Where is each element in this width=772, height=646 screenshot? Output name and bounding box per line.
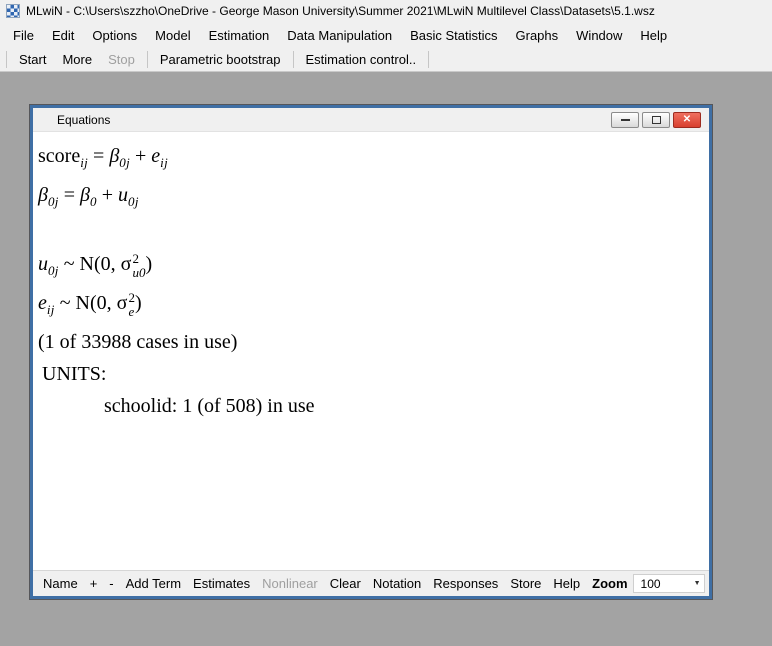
estimates-button[interactable]: Estimates	[187, 576, 256, 591]
equation-line: UNITS:	[38, 358, 709, 390]
eq-token: score	[38, 145, 80, 167]
superscript-subscript-stack: 2u0	[132, 252, 145, 279]
start-button[interactable]: Start	[11, 49, 54, 70]
menu-basic-statistics[interactable]: Basic Statistics	[401, 24, 506, 47]
zoom-label: Zoom	[586, 576, 630, 591]
equation-line: u0j ~ N(0, σ2u0)	[38, 248, 709, 287]
eq-token: schoolid: 1 (of 508) in use	[104, 395, 315, 417]
toolbar: Start More Stop Parametric bootstrap Est…	[0, 48, 772, 72]
equations-titlebar[interactable]: Equations ✕	[33, 108, 709, 132]
store-button[interactable]: Store	[504, 576, 547, 591]
eq-token: u	[118, 184, 128, 206]
responses-button[interactable]: Responses	[427, 576, 504, 591]
eq-token: )	[145, 253, 152, 275]
eq-token: u	[38, 253, 48, 275]
eq-token: 0j	[128, 194, 139, 209]
minimize-icon	[621, 119, 630, 121]
eq-token: 0j	[48, 263, 59, 278]
app-icon	[6, 4, 20, 18]
plus-button[interactable]: +	[84, 576, 104, 591]
eq-token: β	[80, 184, 90, 206]
equations-toolbar: Name + - Add Term Estimates Nonlinear Cl…	[33, 570, 709, 596]
menu-graphs[interactable]: Graphs	[507, 24, 568, 47]
toolbar-separator	[147, 51, 148, 68]
close-button[interactable]: ✕	[673, 112, 701, 128]
equation-line: β0j = β0 + u0j	[38, 179, 709, 218]
mdi-workspace: Equations ✕ scoreij = β0j + eijβ0j = β0 …	[0, 72, 772, 646]
eq-token: ~ N(0, σ	[59, 253, 132, 275]
estimation-control-button[interactable]: Estimation control..	[298, 49, 425, 70]
eq-token: ij	[160, 155, 168, 170]
eq-token: =	[59, 184, 80, 206]
caption-buttons: ✕	[611, 112, 701, 128]
eq-token: ij	[47, 302, 55, 317]
menu-data-manipulation[interactable]: Data Manipulation	[278, 24, 401, 47]
window-title: MLwiN - C:\Users\szzho\OneDrive - George…	[26, 4, 655, 18]
close-icon: ✕	[683, 115, 691, 125]
eq-token: ~ N(0, σ	[55, 292, 128, 314]
eq-token: ij	[80, 155, 88, 170]
minus-button[interactable]: -	[103, 576, 119, 591]
equation-line: eij ~ N(0, σ2e)	[38, 287, 709, 326]
equation-line: scoreij = β0j + eij	[38, 140, 709, 179]
minimize-button[interactable]	[611, 112, 639, 128]
dropdown-arrow-icon: ▼	[694, 580, 701, 587]
maximize-icon	[652, 116, 661, 124]
eq-token: )	[135, 292, 142, 314]
titlebar: MLwiN - C:\Users\szzho\OneDrive - George…	[0, 0, 772, 22]
maximize-button[interactable]	[642, 112, 670, 128]
eq-token: UNITS:	[42, 363, 106, 385]
zoom-combobox[interactable]: 100 ▼	[633, 574, 705, 593]
eq-token: =	[88, 145, 109, 167]
menu-model[interactable]: Model	[146, 24, 199, 47]
equations-window-title: Equations	[57, 113, 611, 127]
app-window: MLwiN - C:\Users\szzho\OneDrive - George…	[0, 0, 772, 72]
name-button[interactable]: Name	[37, 576, 84, 591]
menu-options[interactable]: Options	[83, 24, 146, 47]
eq-token: e	[38, 292, 47, 314]
eq-token: β	[109, 145, 119, 167]
eq-token: +	[97, 184, 118, 206]
toolbar-separator	[6, 51, 7, 68]
zoom-value: 100	[641, 577, 661, 591]
eq-token: 0j	[119, 155, 130, 170]
menu-window[interactable]: Window	[567, 24, 631, 47]
add-term-button[interactable]: Add Term	[120, 576, 187, 591]
eq-token: β	[38, 184, 48, 206]
menu-edit[interactable]: Edit	[43, 24, 83, 47]
stop-button: Stop	[100, 49, 143, 70]
help-button[interactable]: Help	[547, 576, 586, 591]
eq-token: e	[151, 145, 160, 167]
clear-button[interactable]: Clear	[324, 576, 367, 591]
nonlinear-button: Nonlinear	[256, 576, 324, 591]
menu-file[interactable]: File	[4, 24, 43, 47]
more-button[interactable]: More	[54, 49, 100, 70]
equations-window: Equations ✕ scoreij = β0j + eijβ0j = β0 …	[30, 105, 712, 599]
menu-help[interactable]: Help	[631, 24, 676, 47]
notation-button[interactable]: Notation	[367, 576, 427, 591]
eq-token: 0j	[48, 194, 59, 209]
equation-line: (1 of 33988 cases in use)	[38, 326, 709, 358]
eq-token: (1 of 33988 cases in use)	[38, 331, 237, 353]
eq-token: +	[130, 145, 151, 167]
toolbar-separator	[428, 51, 429, 68]
eq-token: 0	[90, 194, 97, 209]
equation-line: schoolid: 1 (of 508) in use	[38, 390, 709, 422]
parametric-bootstrap-button[interactable]: Parametric bootstrap	[152, 49, 289, 70]
menubar: File Edit Options Model Estimation Data …	[0, 22, 772, 48]
menu-estimation[interactable]: Estimation	[200, 24, 279, 47]
toolbar-separator	[293, 51, 294, 68]
equations-area: scoreij = β0j + eijβ0j = β0 + u0ju0j ~ N…	[33, 132, 709, 570]
